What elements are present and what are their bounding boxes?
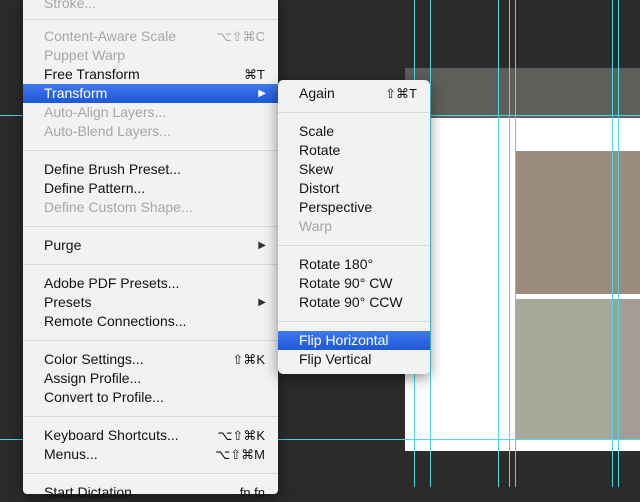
- transform-submenu-item-rotate-90-cw[interactable]: Rotate 90° CW: [278, 274, 430, 293]
- edit-menu-item-auto-align-layers: Auto-Align Layers...: [23, 103, 278, 122]
- menu-item-label: Rotate: [299, 142, 341, 158]
- image-tile-mauve: [612, 299, 640, 439]
- guide-vertical[interactable]: [430, 0, 431, 487]
- document-header-strip: [405, 68, 640, 118]
- edit-menu-item-keyboard-shortcuts[interactable]: Keyboard Shortcuts... ⌥⇧⌘K: [23, 426, 278, 445]
- menu-separator: [23, 416, 278, 417]
- menu-separator: [23, 340, 278, 341]
- transform-submenu-item-again[interactable]: Again ⇧⌘T: [278, 84, 430, 103]
- menu-item-label: Flip Vertical: [299, 351, 372, 367]
- submenu-arrow-icon: ▶: [258, 240, 266, 251]
- menu-item-label: Color Settings...: [44, 351, 144, 367]
- transform-submenu-item-flip-horizontal[interactable]: Flip Horizontal: [278, 331, 430, 350]
- edit-menu-item-define-pattern[interactable]: Define Pattern...: [23, 179, 278, 198]
- menu-item-label: Content-Aware Scale: [44, 28, 177, 44]
- menu-separator: [23, 150, 278, 151]
- menu-item-label: Remote Connections...: [44, 313, 187, 329]
- edit-menu-item-free-transform[interactable]: Free Transform ⌘T: [23, 65, 278, 84]
- menu-item-label: Start Dictation: [44, 484, 132, 500]
- transform-submenu-item-perspective[interactable]: Perspective: [278, 198, 430, 217]
- menu-item-label: Purge: [44, 237, 82, 253]
- menu-item-shortcut: ⇧⌘K: [232, 352, 265, 367]
- menu-item-label: Scale: [299, 123, 335, 139]
- edit-menu-item-stroke: Stroke...: [23, 0, 278, 13]
- menu-item-shortcut: ⌘T: [244, 67, 265, 82]
- menu-item-label: Rotate 90° CCW: [299, 294, 403, 310]
- menu-item-label: Define Custom Shape...: [44, 199, 193, 215]
- menu-item-label: Transform: [44, 85, 108, 101]
- submenu-arrow-icon: ▶: [258, 88, 266, 99]
- transform-submenu-item-rotate[interactable]: Rotate: [278, 141, 430, 160]
- menu-item-label: Rotate 180°: [299, 256, 374, 272]
- menu-item-label: Puppet Warp: [44, 47, 126, 63]
- menu-item-label: Warp: [299, 218, 332, 234]
- image-tile-gray: [515, 299, 612, 439]
- transform-submenu-item-flip-vertical[interactable]: Flip Vertical: [278, 350, 430, 369]
- edit-menu-item-auto-blend-layers: Auto-Blend Layers...: [23, 122, 278, 141]
- transform-submenu-item-rotate-90-ccw[interactable]: Rotate 90° CCW: [278, 293, 430, 312]
- edit-menu-item-start-dictation[interactable]: Start Dictation fn fn: [23, 483, 278, 502]
- transform-submenu-item-distort[interactable]: Distort: [278, 179, 430, 198]
- menu-item-label: Auto-Align Layers...: [44, 104, 167, 120]
- edit-menu-item-transform[interactable]: Transform ▶: [23, 84, 278, 103]
- menu-item-shortcut: ⇧⌘T: [385, 86, 417, 101]
- menu-separator: [23, 226, 278, 227]
- menu-item-label: Perspective: [299, 199, 373, 215]
- menu-item-label: Free Transform: [44, 66, 140, 82]
- transform-submenu: Again ⇧⌘T Scale Rotate Skew Distort Perspectiv…: [278, 80, 430, 374]
- edit-menu-item-assign-profile[interactable]: Assign Profile...: [23, 369, 278, 388]
- edit-menu-item-convert-to-profile[interactable]: Convert to Profile...: [23, 388, 278, 407]
- menu-item-label: Presets: [44, 294, 92, 310]
- edit-menu-item-color-settings[interactable]: Color Settings... ⇧⌘K: [23, 350, 278, 369]
- menu-separator: [23, 19, 278, 20]
- transform-submenu-item-scale[interactable]: Scale: [278, 122, 430, 141]
- menu-item-label: Define Pattern...: [44, 180, 146, 196]
- image-tile-brown: [515, 151, 612, 294]
- menu-separator: [278, 321, 430, 322]
- menu-item-label: Distort: [299, 180, 340, 196]
- menu-item-label: Menus...: [44, 446, 98, 462]
- submenu-arrow-icon: ▶: [258, 297, 266, 308]
- menu-item-label: Adobe PDF Presets...: [44, 275, 180, 291]
- guide-vertical[interactable]: [509, 0, 510, 487]
- menu-item-label: Define Brush Preset...: [44, 161, 181, 177]
- transform-submenu-item-rotate-180[interactable]: Rotate 180°: [278, 255, 430, 274]
- menu-item-shortcut: ⌥⇧⌘C: [216, 29, 265, 44]
- edit-menu: Stroke... Content-Aware Scale ⌥⇧⌘C Puppet W…: [23, 0, 278, 500]
- menu-item-label: Keyboard Shortcuts...: [44, 427, 179, 443]
- menu-item-shortcut: fn fn: [239, 485, 265, 500]
- edit-menu-item-adobe-pdf-presets[interactable]: Adobe PDF Presets...: [23, 274, 278, 293]
- menu-separator: [278, 112, 430, 113]
- edit-menu-item-menus[interactable]: Menus... ⌥⇧⌘M: [23, 445, 278, 464]
- menu-item-shortcut: ⌥⇧⌘K: [217, 428, 265, 443]
- edit-menu-item-define-brush-preset[interactable]: Define Brush Preset...: [23, 160, 278, 179]
- menu-item-label: Convert to Profile...: [44, 389, 164, 405]
- menu-item-label: Assign Profile...: [44, 370, 142, 386]
- menu-separator: [278, 245, 430, 246]
- edit-menu-item-content-aware-scale: Content-Aware Scale ⌥⇧⌘C: [23, 27, 278, 46]
- menu-item-label: Rotate 90° CW: [299, 275, 393, 291]
- guide-vertical[interactable]: [618, 0, 619, 487]
- guide-vertical[interactable]: [612, 0, 613, 487]
- menu-item-label: Stroke...: [44, 0, 97, 11]
- transform-submenu-item-skew[interactable]: Skew: [278, 160, 430, 179]
- menu-item-label: Again: [299, 85, 335, 101]
- edit-menu-item-puppet-warp: Puppet Warp: [23, 46, 278, 65]
- edit-menu-item-presets[interactable]: Presets ▶: [23, 293, 278, 312]
- guide-vertical[interactable]: [515, 0, 516, 487]
- edit-menu-item-define-custom-shape: Define Custom Shape...: [23, 198, 278, 217]
- menu-item-shortcut: ⌥⇧⌘M: [215, 447, 265, 462]
- menu-item-label: Skew: [299, 161, 334, 177]
- edit-menu-item-purge[interactable]: Purge ▶: [23, 236, 278, 255]
- image-tile-brown-right: [612, 151, 640, 294]
- menu-separator: [23, 264, 278, 265]
- guide-vertical[interactable]: [498, 0, 499, 487]
- edit-menu-item-remote-connections[interactable]: Remote Connections...: [23, 312, 278, 331]
- menu-item-label: Flip Horizontal: [299, 332, 389, 348]
- menu-separator: [23, 473, 278, 474]
- transform-submenu-item-warp: Warp: [278, 217, 430, 236]
- menu-item-label: Auto-Blend Layers...: [44, 123, 171, 139]
